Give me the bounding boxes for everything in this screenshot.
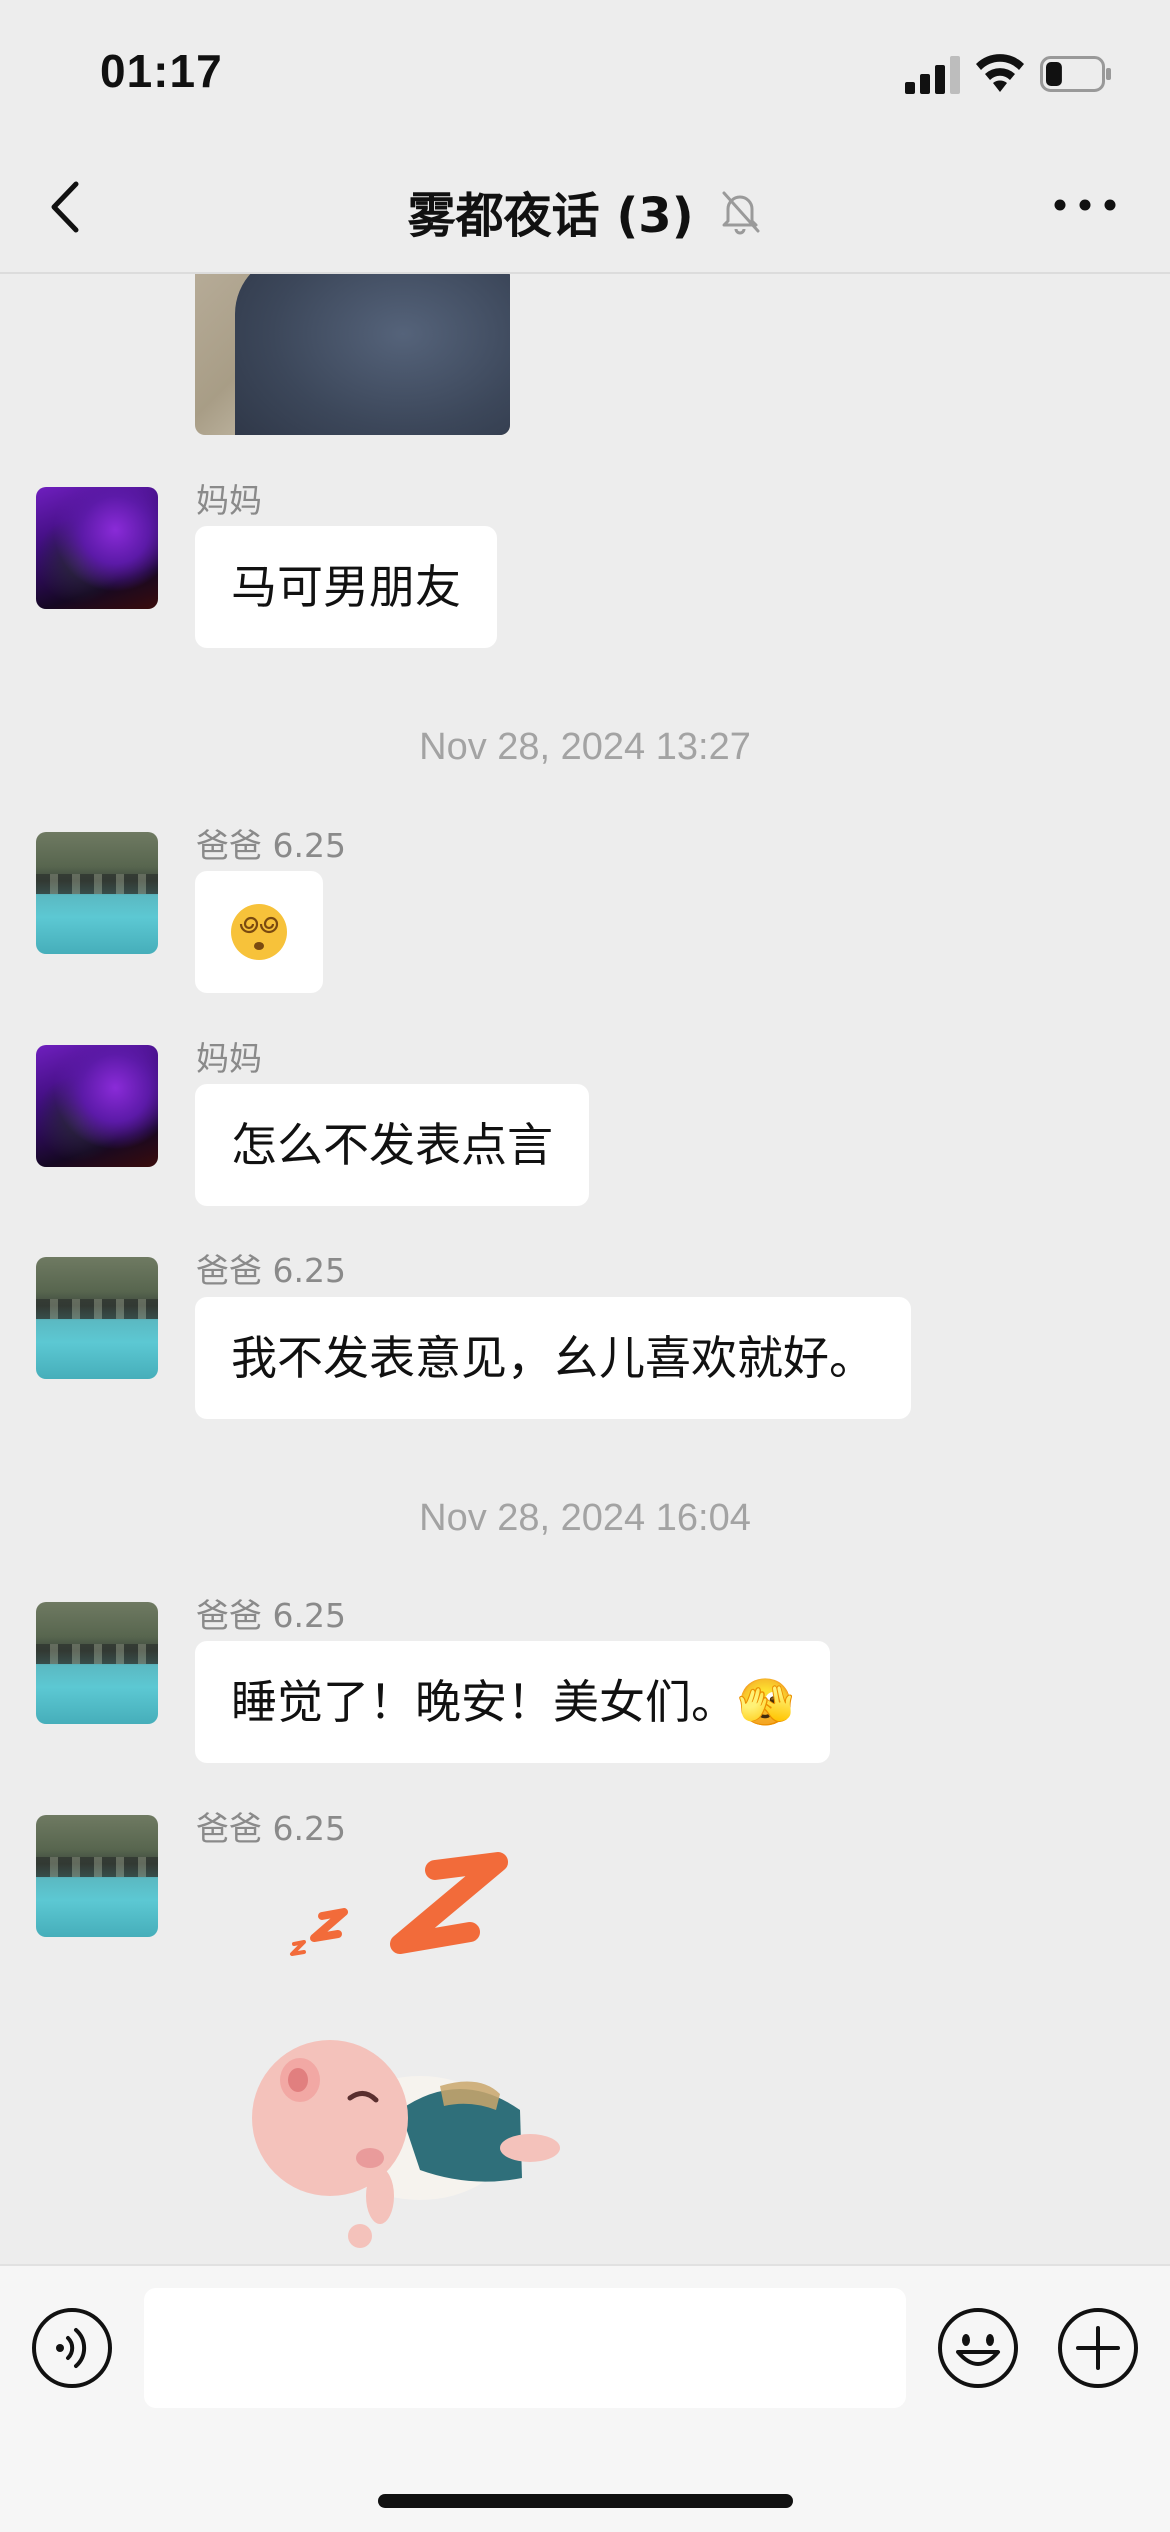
battery-icon: [1040, 56, 1111, 92]
sender-name: 爸爸 6.25: [196, 1596, 346, 1635]
sleeping-pig-sticker[interactable]: [230, 1848, 570, 2258]
plus-more-icon[interactable]: [1056, 2306, 1140, 2390]
dizzy-face-emoji-icon: [231, 903, 287, 960]
nav-title-group: 雾都夜话 (3): [0, 176, 1170, 246]
signal-icon: [905, 56, 960, 94]
sender-name: 妈妈: [196, 1039, 262, 1078]
avatar-mom[interactable]: [36, 1045, 158, 1167]
avatar-dad[interactable]: [36, 1815, 158, 1937]
photo-message[interactable]: [195, 274, 510, 435]
avatar-dad[interactable]: [36, 1602, 158, 1724]
avatar-mom[interactable]: [36, 487, 158, 609]
avatar-dad[interactable]: [36, 1257, 158, 1379]
voice-input-icon[interactable]: [30, 2306, 114, 2390]
sender-name: 妈妈: [196, 481, 262, 520]
message-text-input[interactable]: [144, 2288, 906, 2408]
photo-content: [235, 274, 510, 435]
avatar-dad[interactable]: [36, 832, 158, 954]
status-bar: 01:17: [0, 0, 1170, 140]
bell-slash-icon: [722, 191, 760, 235]
message-bubble[interactable]: 睡觉了！晚安！美女们。🫣: [195, 1641, 831, 1763]
emoji-smiley-icon[interactable]: [936, 2306, 1020, 2390]
sender-name: 爸爸 6.25: [196, 826, 346, 865]
sender-name: 爸爸 6.25: [196, 1809, 346, 1848]
message-bubble[interactable]: 我不发表意见，幺儿喜欢就好。: [195, 1297, 911, 1419]
chat-input-bar: [0, 2264, 1170, 2532]
timestamp: Nov 28, 2024 13:27: [419, 726, 751, 768]
more-ellipsis-icon[interactable]: [1050, 180, 1120, 230]
chat-title: 雾都夜话 (3): [407, 188, 694, 244]
timestamp: Nov 28, 2024 16:04: [419, 1497, 751, 1539]
nav-bar: 雾都夜话 (3): [0, 140, 1170, 274]
emoji-message-bubble[interactable]: [195, 871, 323, 993]
home-indicator[interactable]: [378, 2494, 793, 2508]
message-bubble[interactable]: 怎么不发表点言: [195, 1084, 589, 1206]
wifi-icon: [976, 54, 1024, 92]
chat-message-list[interactable]: 妈妈 马可男朋友 Nov 28, 2024 13:27 爸爸 6.25 妈妈 怎…: [0, 274, 1170, 2264]
sender-name: 爸爸 6.25: [196, 1251, 346, 1290]
message-bubble[interactable]: 马可男朋友: [195, 526, 497, 648]
status-time: 01:17: [100, 45, 223, 97]
